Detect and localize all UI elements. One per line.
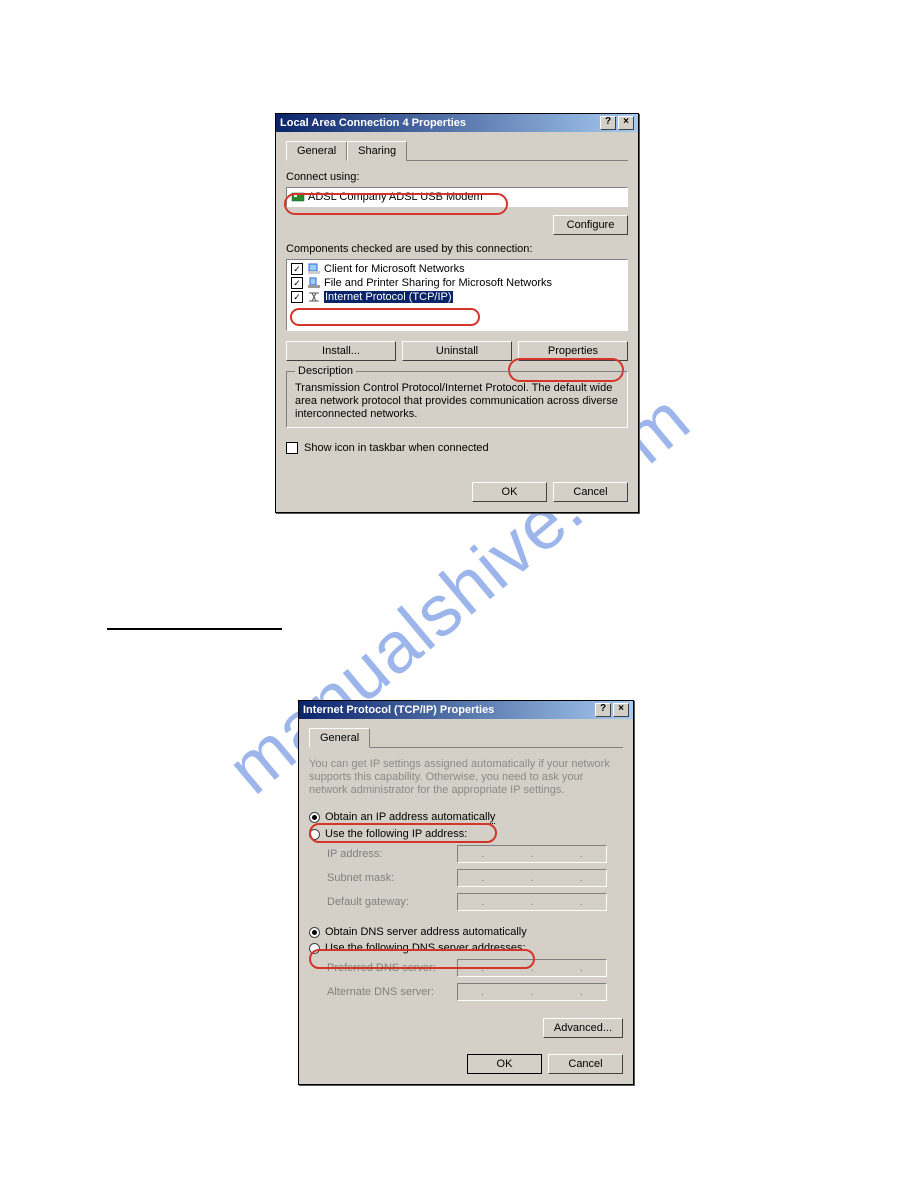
fileshare-icon (307, 277, 321, 289)
components-listbox[interactable]: ✓ Client for Microsoft Networks ✓ File a… (286, 259, 628, 331)
dialog-title: Local Area Connection 4 Properties (280, 117, 598, 129)
radio-obtain-ip[interactable]: Obtain an IP address automatically (309, 809, 623, 826)
adapter-name: ADSL Company ADSL USB Modem (308, 191, 483, 203)
alt-dns-label: Alternate DNS server: (327, 986, 457, 998)
subnet-input: ... (457, 869, 607, 887)
description-text: Transmission Control Protocol/Internet P… (295, 382, 619, 421)
description-group: Description Transmission Control Protoco… (286, 371, 628, 428)
radio-label: Obtain an IP address automatically (325, 811, 495, 824)
radio-use-dns[interactable]: Use the following DNS server addresses: (309, 940, 623, 956)
subnet-label: Subnet mask: (327, 872, 457, 884)
radio-label: Use the following DNS server addresses: (325, 942, 526, 954)
radio-use-ip[interactable]: Use the following IP address: (309, 826, 623, 842)
advanced-button[interactable]: Advanced... (543, 1018, 623, 1038)
adapter-field: ADSL Company ADSL USB Modem (286, 187, 628, 207)
gateway-label: Default gateway: (327, 896, 457, 908)
ip-address-input: ... (457, 845, 607, 863)
section-underline (107, 628, 282, 630)
show-icon-label: Show icon in taskbar when connected (304, 442, 489, 454)
tab-general[interactable]: General (286, 141, 347, 161)
ok-button[interactable]: OK (472, 482, 547, 502)
checkbox[interactable]: ✓ (291, 291, 303, 303)
description-legend: Description (295, 365, 356, 377)
connect-using-label: Connect using: (286, 171, 628, 183)
radio-label: Use the following IP address: (325, 828, 467, 840)
gateway-input: ... (457, 893, 607, 911)
cancel-button[interactable]: Cancel (553, 482, 628, 502)
uninstall-button[interactable]: Uninstall (402, 341, 512, 361)
close-button[interactable]: × (613, 703, 629, 717)
pref-dns-label: Preferred DNS server: (327, 962, 457, 974)
ok-button[interactable]: OK (467, 1054, 542, 1074)
help-button[interactable]: ? (595, 703, 611, 717)
install-button[interactable]: Install... (286, 341, 396, 361)
dialog-title: Internet Protocol (TCP/IP) Properties (303, 704, 593, 716)
connection-properties-dialog: Local Area Connection 4 Properties ? × G… (275, 113, 639, 513)
network-adapter-icon (291, 191, 305, 203)
ip-address-label: IP address: (327, 848, 457, 860)
pref-dns-input: ... (457, 959, 607, 977)
configure-button[interactable]: Configure (553, 215, 628, 235)
tcpip-properties-dialog: Internet Protocol (TCP/IP) Properties ? … (298, 700, 634, 1085)
tab-general[interactable]: General (309, 728, 370, 748)
cancel-button[interactable]: Cancel (548, 1054, 623, 1074)
component-label: Client for Microsoft Networks (324, 263, 465, 275)
list-item[interactable]: ✓ Internet Protocol (TCP/IP) (289, 290, 625, 304)
tab-sharing[interactable]: Sharing (347, 141, 407, 161)
show-icon-checkbox[interactable] (286, 442, 298, 454)
protocol-icon (307, 291, 321, 303)
alt-dns-input: ... (457, 983, 607, 1001)
components-label: Components checked are used by this conn… (286, 243, 628, 255)
client-icon (307, 263, 321, 275)
list-item[interactable]: ✓ Client for Microsoft Networks (289, 262, 625, 276)
component-label-selected: Internet Protocol (TCP/IP) (324, 291, 453, 303)
radio-obtain-dns[interactable]: Obtain DNS server address automatically (309, 924, 623, 940)
help-button[interactable]: ? (600, 116, 616, 130)
intro-text: You can get IP settings assigned automat… (309, 758, 623, 797)
close-button[interactable]: × (618, 116, 634, 130)
component-label: File and Printer Sharing for Microsoft N… (324, 277, 552, 289)
list-item[interactable]: ✓ File and Printer Sharing for Microsoft… (289, 276, 625, 290)
checkbox[interactable]: ✓ (291, 277, 303, 289)
properties-button[interactable]: Properties (518, 341, 628, 361)
titlebar: Local Area Connection 4 Properties ? × (276, 114, 638, 132)
checkbox[interactable]: ✓ (291, 263, 303, 275)
radio-label: Obtain DNS server address automatically (325, 926, 527, 938)
titlebar: Internet Protocol (TCP/IP) Properties ? … (299, 701, 633, 719)
